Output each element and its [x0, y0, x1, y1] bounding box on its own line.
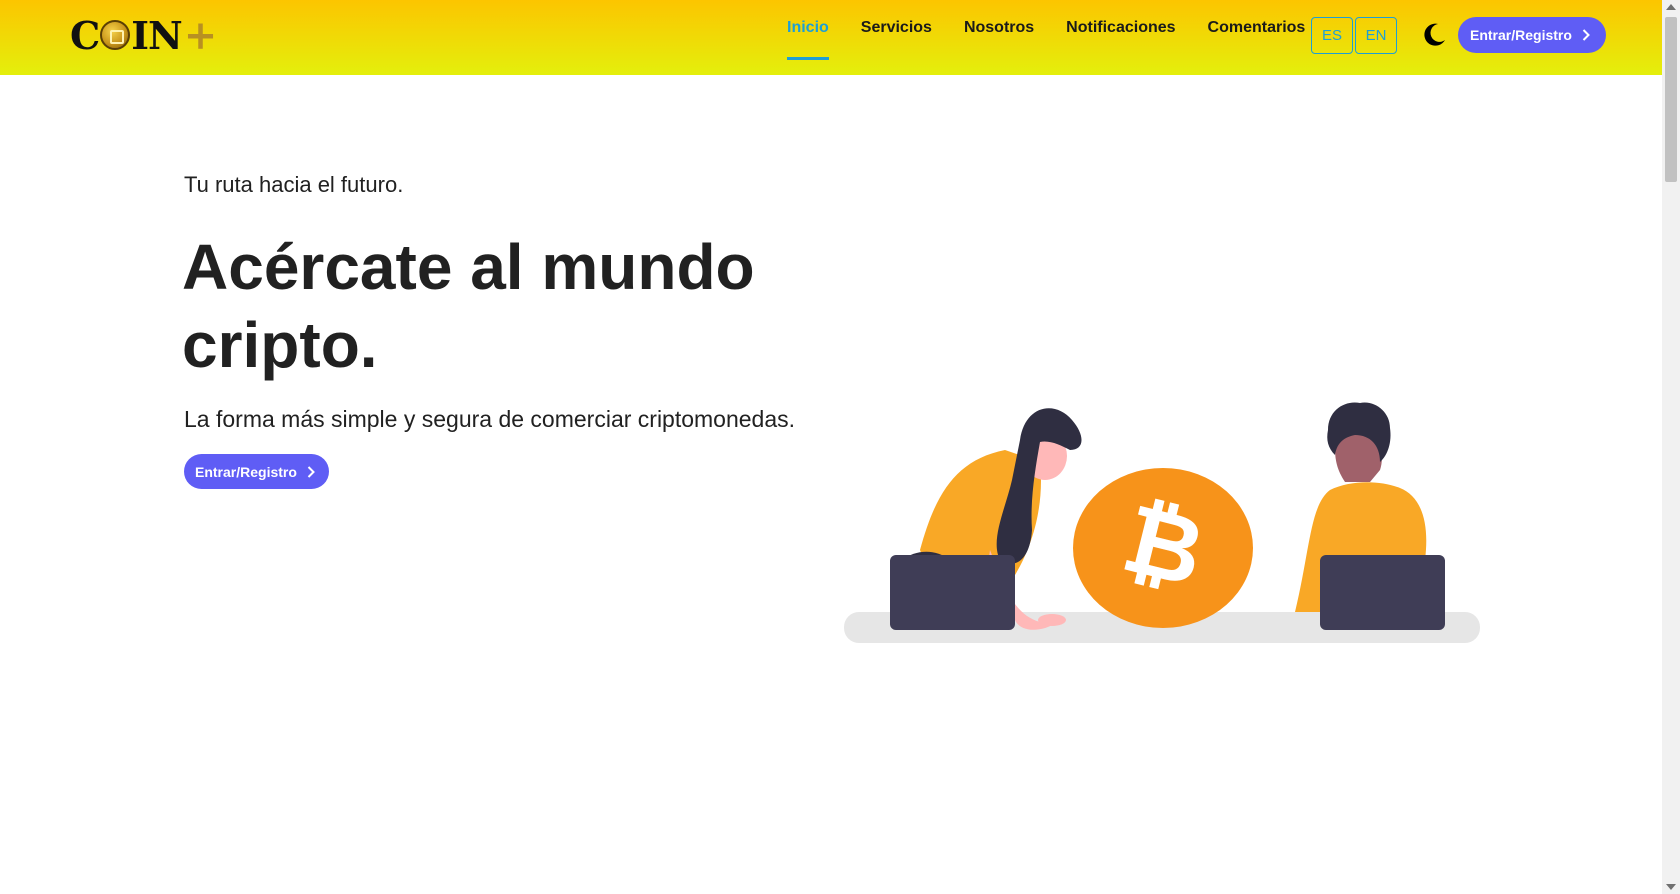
logo-letter-c: C — [70, 12, 100, 58]
bitcoin-icon: ₿ — [1073, 468, 1253, 628]
language-es-button[interactable]: ES — [1311, 17, 1353, 54]
brand-logo[interactable]: C IN + — [70, 11, 218, 59]
login-register-label: Entrar/Registro — [1470, 27, 1572, 43]
chevron-right-icon — [307, 465, 315, 478]
hero-subtitle: La forma más simple y segura de comercia… — [184, 406, 796, 432]
scroll-up-arrow-icon[interactable] — [1666, 4, 1676, 10]
logo-plus: + — [183, 11, 218, 59]
nav-item-comentarios[interactable]: Comentarios — [1208, 0, 1306, 60]
chevron-right-icon — [1582, 29, 1590, 41]
nav-item-nosotros[interactable]: Nosotros — [964, 0, 1034, 60]
moon-icon[interactable] — [1418, 20, 1448, 50]
crypto-illustration: ₿ — [844, 402, 1480, 643]
hero-title: Acércate al mundo cripto. — [182, 231, 755, 381]
laptop-right — [1320, 555, 1445, 630]
nav-item-notificaciones[interactable]: Notificaciones — [1066, 0, 1175, 60]
language-en-button[interactable]: EN — [1355, 17, 1397, 54]
logo-letters-in: IN — [131, 12, 183, 58]
coin-icon — [100, 20, 131, 50]
navbar: C IN + Inicio Servicios Nosotros Notific… — [0, 0, 1662, 75]
page-scrollbar[interactable] — [1662, 0, 1680, 894]
logo-wordmark: C IN + — [70, 11, 218, 59]
login-register-button[interactable]: Entrar/Registro — [1458, 17, 1606, 53]
hero-cta-label: Entrar/Registro — [195, 463, 297, 480]
nav-item-servicios[interactable]: Servicios — [861, 0, 932, 60]
scroll-thumb[interactable] — [1665, 17, 1677, 182]
main-nav: Inicio Servicios Nosotros Notificaciones… — [787, 0, 1337, 60]
scroll-down-arrow-icon[interactable] — [1666, 884, 1676, 890]
laptop-left — [890, 555, 1015, 630]
hero-kicker: Tu ruta hacia el futuro. — [184, 172, 404, 197]
nav-item-inicio[interactable]: Inicio — [787, 0, 829, 60]
hero-login-register-button[interactable]: Entrar/Registro — [184, 454, 329, 489]
language-switcher: ES EN — [1311, 17, 1399, 54]
